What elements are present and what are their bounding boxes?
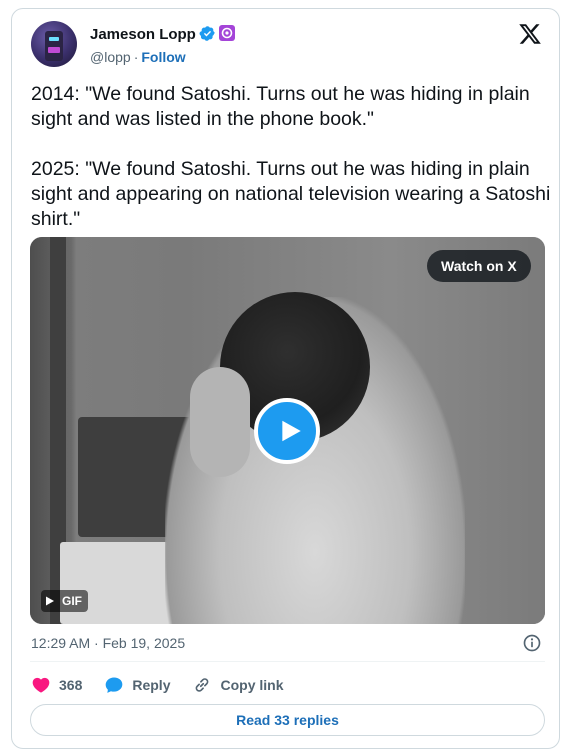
action-bar: 368 Reply Copy link [31, 673, 306, 697]
info-icon[interactable] [522, 633, 542, 653]
author-avatar[interactable] [31, 21, 77, 67]
tweet-text: 2014: "We found Satoshi. Turns out he wa… [31, 83, 551, 230]
like-count: 368 [59, 677, 83, 693]
speech-bubble-icon [106, 677, 123, 693]
reply-button[interactable]: Reply [104, 675, 170, 695]
copy-link-label: Copy link [220, 677, 284, 693]
x-logo-icon[interactable] [518, 22, 542, 46]
play-button[interactable] [254, 398, 320, 464]
tweet-timestamp[interactable]: 12:29 AM · Feb 19, 2025 [31, 635, 185, 651]
copy-link-button[interactable]: Copy link [192, 675, 284, 695]
author-handle[interactable]: @lopp [90, 49, 131, 65]
divider [30, 661, 545, 662]
tweet-card: Jameson Lopp @lopp · Follow 2014: "We foun… [11, 8, 560, 749]
play-icon [282, 420, 301, 442]
handle-separator: · [133, 49, 139, 65]
read-replies-button[interactable]: Read 33 replies [30, 704, 545, 736]
affiliate-badge-icon [219, 25, 235, 41]
gif-badge-label: GIF [62, 594, 82, 608]
media-scene-hand [190, 367, 250, 477]
watch-on-x-button[interactable]: Watch on X [427, 250, 531, 282]
author-name[interactable]: Jameson Lopp [90, 26, 196, 43]
like-button[interactable]: 368 [31, 675, 82, 695]
avatar-robot-figure [45, 31, 63, 61]
gif-play-icon [46, 596, 54, 606]
gif-media[interactable]: Watch on X GIF [30, 237, 545, 624]
author-handle-row: @lopp · Follow [90, 49, 186, 65]
link-icon [196, 678, 209, 692]
gif-badge[interactable]: GIF [41, 590, 88, 612]
heart-icon [32, 677, 50, 693]
reply-label: Reply [132, 677, 171, 693]
follow-button[interactable]: Follow [141, 49, 185, 65]
verified-badge-icon [199, 26, 215, 41]
